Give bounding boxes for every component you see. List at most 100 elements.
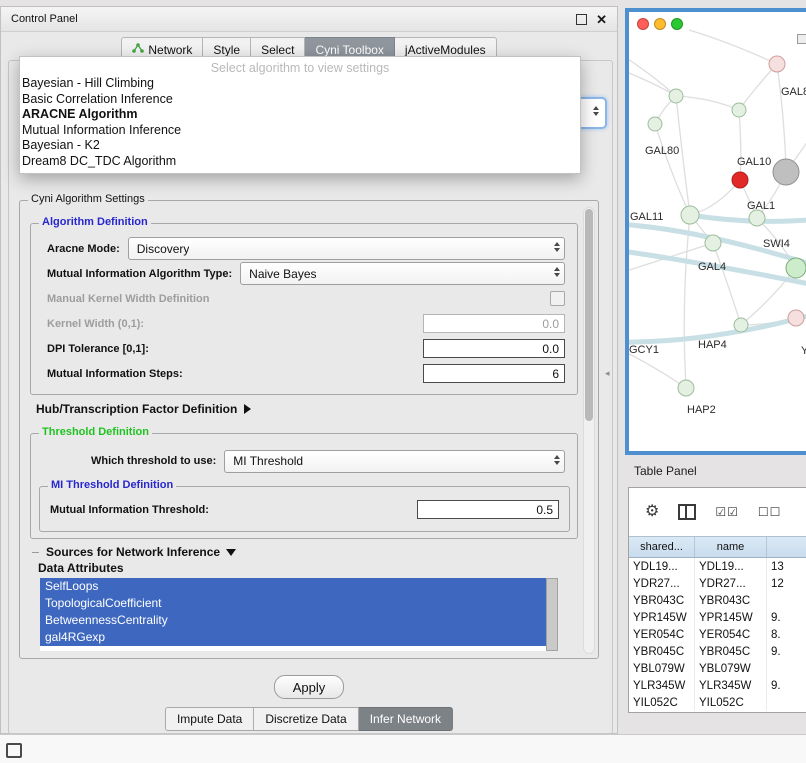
network-edge[interactable] [777, 64, 786, 172]
dropdown-item[interactable]: Bayesian - K2 [20, 138, 580, 154]
settings-gear-icon[interactable]: ⚙ [645, 504, 659, 520]
mi-steps-field[interactable]: 6 [423, 364, 565, 383]
select-all-checkboxes-icon[interactable]: ☑☑ [715, 505, 739, 519]
sources-label: Sources for Network Inference [46, 545, 220, 559]
mi-steps-label: Mutual Information Steps: [47, 368, 183, 380]
scrollbar-thumb[interactable] [585, 209, 593, 421]
network-node[interactable] [732, 103, 746, 117]
network-edge[interactable] [629, 52, 676, 96]
zoom-traffic-icon[interactable] [671, 18, 683, 30]
table-cell: YBL079W [695, 660, 767, 677]
table-cell: YBR043C [695, 592, 767, 609]
list-item[interactable]: SelfLoops [40, 578, 546, 595]
table-cell: YBR045C [695, 643, 767, 660]
list-item[interactable]: gal4RGexp [40, 629, 546, 646]
table-row[interactable]: YIL052CYIL052C [629, 694, 806, 711]
clear-all-checkboxes-icon[interactable]: ☐☐ [758, 505, 782, 519]
table-row[interactable]: YBL079WYBL079W [629, 660, 806, 677]
settings-scrollbar[interactable] [583, 207, 595, 654]
dropdown-item[interactable]: Dream8 DC_TDC Algorithm [20, 154, 580, 170]
dropdown-item-selected[interactable]: ARACNE Algorithm [20, 107, 580, 123]
aracne-mode-select[interactable]: Discovery [128, 237, 565, 260]
network-node[interactable] [734, 318, 748, 332]
network-node[interactable] [773, 159, 799, 185]
float-window-icon[interactable] [576, 14, 587, 25]
kernel-width-field[interactable]: 0.0 [423, 314, 565, 333]
column-header[interactable]: name [695, 537, 767, 557]
list-item[interactable]: BetweennessCentrality [40, 612, 546, 629]
view-toggle-icon[interactable] [797, 34, 806, 44]
chevron-right-icon [244, 404, 251, 414]
table-row[interactable]: YER054CYER054C8. [629, 626, 806, 643]
network-node[interactable] [648, 117, 662, 131]
list-scrollbar[interactable] [546, 578, 558, 651]
node-label: GAL8 [781, 86, 806, 98]
table-row[interactable]: YLR345WYLR345W9. [629, 677, 806, 694]
network-edge[interactable] [629, 67, 676, 96]
sources-expander[interactable]: Sources for Network Inference [32, 545, 236, 559]
table-panel-window: ⚙ ☑☑ ☐☐ shared... name YDL19...YDL19...1… [628, 487, 806, 713]
table-toolbar: ⚙ ☑☑ ☐☐ [629, 488, 806, 536]
network-node[interactable] [705, 235, 721, 251]
network-edge[interactable] [690, 215, 806, 221]
column-header[interactable]: shared... [629, 537, 695, 557]
network-edge[interactable] [713, 243, 741, 325]
manual-kernel-checkbox[interactable] [550, 291, 565, 306]
network-edge[interactable] [689, 30, 777, 64]
hub-definition-label: Hub/Transcription Factor Definition [36, 402, 237, 416]
list-item[interactable]: TopologicalCoefficient [40, 595, 546, 612]
tab-discretize-data[interactable]: Discretize Data [254, 707, 358, 731]
table-row[interactable]: YBR043CYBR043C [629, 592, 806, 609]
tab-label: Cyni Toolbox [315, 43, 383, 57]
network-canvas[interactable]: GAL8GAL80GAL10GAL11GAL1SWI4GAL4GCY1HAP4H… [629, 12, 806, 451]
mi-algo-type-select[interactable]: Naive Bayes [240, 262, 565, 285]
table-cell: YDL19... [629, 558, 695, 575]
dropdown-item[interactable]: Mutual Information Inference [20, 123, 580, 139]
dpi-tolerance-field[interactable]: 0.0 [423, 339, 565, 358]
table-cell: YER054C [695, 626, 767, 643]
table-row[interactable]: YBR045CYBR045C9. [629, 643, 806, 660]
aracne-mode-label: Aracne Mode: [47, 243, 120, 255]
status-strip [0, 734, 806, 763]
hub-definition-expander[interactable]: Hub/Transcription Factor Definition [36, 402, 251, 416]
network-edge[interactable] [629, 310, 806, 342]
network-node[interactable] [678, 380, 694, 396]
tab-impute-data[interactable]: Impute Data [165, 707, 254, 731]
network-edge[interactable] [684, 215, 690, 388]
dropdown-item[interactable]: Basic Correlation Inference [20, 92, 580, 108]
network-node[interactable] [786, 258, 806, 278]
table-cell: YPR145W [629, 609, 695, 626]
dropdown-item[interactable]: Bayesian - Hill Climbing [20, 76, 580, 92]
network-edge[interactable] [739, 64, 777, 110]
network-edge[interactable] [676, 96, 739, 110]
table-cell: YIL052C [695, 694, 767, 711]
algorithm-dropdown-popup: Select algorithm to view settings Bayesi… [19, 56, 581, 174]
which-threshold-select[interactable]: MI Threshold [224, 450, 565, 473]
network-node[interactable] [788, 310, 804, 326]
column-header[interactable] [767, 537, 806, 557]
network-node[interactable] [669, 89, 683, 103]
network-node[interactable] [749, 210, 765, 226]
node-label: SWI4 [763, 238, 790, 250]
network-node[interactable] [732, 172, 748, 188]
table-cell [767, 660, 806, 677]
network-node[interactable] [681, 206, 699, 224]
node-label: GAL10 [737, 156, 771, 168]
close-icon[interactable]: ✕ [596, 13, 607, 26]
network-edge[interactable] [739, 110, 741, 180]
apply-button[interactable]: Apply [274, 675, 344, 699]
minimize-traffic-icon[interactable] [654, 18, 666, 30]
tab-label: Network [148, 43, 192, 57]
table-row[interactable]: YDL19...YDL19...13 [629, 558, 806, 575]
mi-threshold-field[interactable]: 0.5 [417, 500, 559, 519]
table-row[interactable]: YPR145WYPR145W9. [629, 609, 806, 626]
columns-icon[interactable] [678, 504, 696, 520]
table-row[interactable]: YDR27...YDR27...12 [629, 575, 806, 592]
combo-arrows-icon [593, 106, 599, 116]
network-view-window[interactable]: GAL8GAL80GAL10GAL11GAL1SWI4GAL4GCY1HAP4H… [625, 8, 806, 455]
network-node[interactable] [769, 56, 785, 72]
tab-infer-network[interactable]: Infer Network [359, 707, 453, 731]
close-traffic-icon[interactable] [637, 18, 649, 30]
panel-resize-grip[interactable]: ◂ [605, 369, 610, 378]
show-panel-icon[interactable] [6, 743, 22, 758]
